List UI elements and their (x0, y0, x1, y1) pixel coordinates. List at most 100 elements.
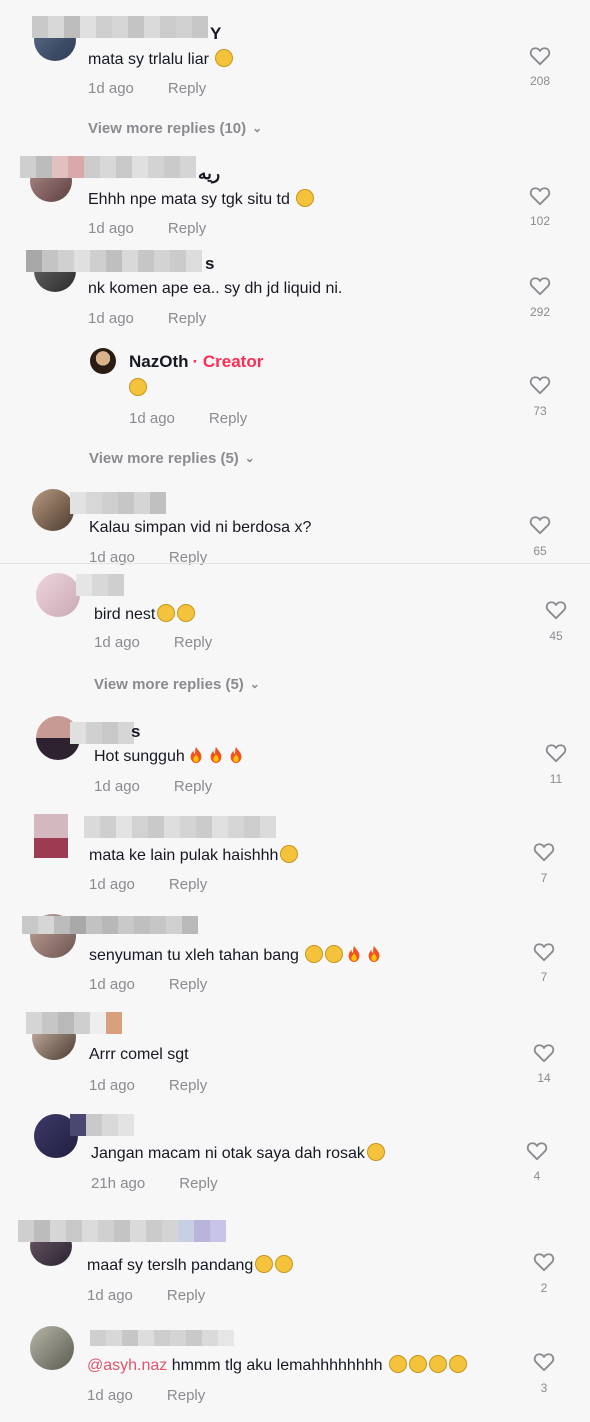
creator-name[interactable]: NazOth (129, 352, 189, 371)
username-blurred[interactable] (22, 916, 198, 934)
smirk-emoji-icon (157, 604, 176, 622)
comment-meta: 1d ago Reply (88, 310, 206, 327)
like-count: 2 (540, 1281, 548, 1295)
fire-emoji-icon (227, 746, 245, 764)
view-more-label: View more replies (5) (94, 676, 244, 693)
comment-meta: 1d ago Reply (129, 410, 247, 427)
reply-button[interactable]: Reply (168, 310, 206, 327)
comment-time: 1d ago (94, 634, 140, 651)
like-count: 3 (540, 1381, 548, 1395)
username-blurred[interactable] (76, 574, 124, 596)
like-count: 102 (529, 214, 551, 228)
comment-text: Jangan macam ni otak saya dah rosak (91, 1143, 385, 1163)
rofl-emoji-icon (275, 1255, 294, 1273)
heart-outline-icon[interactable] (533, 942, 555, 962)
like-count: 73 (533, 404, 547, 418)
like-count: 4 (533, 1169, 541, 1183)
view-more-replies-button[interactable]: View more replies (5) ⌄ (89, 450, 255, 467)
comment-meta: 1d ago Reply (87, 1387, 205, 1404)
comment-text: maaf sy terslh pandang (87, 1255, 294, 1275)
comment-text: mata sy trlalu liar (88, 49, 234, 69)
username-blurred[interactable] (20, 156, 196, 178)
username-suffix[interactable]: s (205, 254, 214, 274)
reply-button[interactable]: Reply (179, 1175, 217, 1192)
creator-badge: · Creator (192, 352, 264, 371)
comment-body: bird nest (94, 606, 156, 623)
rofl-emoji-icon (255, 1255, 274, 1273)
heart-outline-icon[interactable] (533, 1252, 555, 1272)
username-blurred[interactable] (26, 1012, 122, 1034)
joy-emoji-icon (305, 945, 324, 963)
heart-outline-icon[interactable] (529, 375, 551, 395)
view-more-replies-button[interactable]: View more replies (10) ⌄ (88, 120, 262, 137)
username-suffix[interactable]: ريه (198, 164, 220, 184)
heart-outline-icon[interactable] (545, 743, 567, 763)
comment-time: 1d ago (88, 220, 134, 237)
avatar[interactable] (36, 573, 80, 617)
comment-body: Jangan macam ni otak saya dah rosak (91, 1145, 365, 1162)
comment-text: senyuman tu xleh tahan bang (89, 945, 383, 965)
fire-emoji-icon (187, 746, 205, 764)
username-blurred[interactable] (70, 722, 134, 744)
reply-button[interactable]: Reply (167, 1387, 205, 1404)
like-count: 45 (549, 629, 563, 643)
username-suffix[interactable]: s (131, 722, 140, 742)
reply-button[interactable]: Reply (168, 80, 206, 97)
reply-button[interactable]: Reply (209, 410, 247, 427)
avatar[interactable] (32, 489, 74, 531)
reply-button[interactable]: Reply (169, 876, 207, 893)
confused-emoji-icon (366, 1143, 385, 1161)
comment-time: 1d ago (88, 310, 134, 327)
avatar[interactable] (34, 814, 68, 858)
comment-time: 1d ago (87, 1287, 133, 1304)
flushed-emoji-icon (280, 845, 299, 863)
comment-text: mata ke lain pulak haishhh (89, 845, 299, 865)
comment-text: Kalau simpan vid ni berdosa x? (89, 519, 312, 536)
username-blurred[interactable] (18, 1220, 226, 1242)
avatar[interactable] (30, 1326, 74, 1370)
heart-outline-icon[interactable] (529, 515, 551, 535)
reply-button[interactable]: Reply (174, 634, 212, 651)
view-more-replies-button[interactable]: View more replies (5) ⌄ (94, 676, 260, 693)
username-blurred[interactable] (70, 492, 166, 514)
comment-meta: 1d ago Reply (89, 976, 207, 993)
reply-button[interactable]: Reply (169, 976, 207, 993)
heart-outline-icon[interactable] (529, 276, 551, 296)
like-count: 11 (549, 772, 563, 786)
comment-meta: 21h ago Reply (91, 1175, 218, 1192)
comment-time: 1d ago (129, 410, 175, 427)
comment-text: nk komen ape ea.. sy dh jd liquid ni. (88, 280, 343, 297)
username-blurred[interactable] (26, 250, 202, 272)
comment-text: Ehhh npe mata sy tgk situ td (88, 189, 315, 209)
comment-meta: 1d ago Reply (88, 80, 206, 97)
heart-outline-icon[interactable] (529, 46, 551, 66)
username-blurred[interactable] (90, 1330, 234, 1346)
comment-body: mata ke lain pulak haishhh (89, 847, 279, 864)
reply-button[interactable]: Reply (168, 220, 206, 237)
heart-outline-icon[interactable] (533, 1352, 555, 1372)
flushed-emoji-icon (129, 378, 147, 396)
heart-outline-icon[interactable] (533, 842, 555, 862)
comment-text: bird nest (94, 604, 196, 624)
comment-body: hmmm tlg aku lemahhhhhhhh (167, 1357, 383, 1374)
username-blurred[interactable] (32, 16, 208, 38)
heart-outline-icon[interactable] (533, 1043, 555, 1063)
heart-outline-icon[interactable] (529, 186, 551, 206)
creator-avatar[interactable] (90, 348, 116, 374)
comment-text (129, 378, 147, 398)
view-more-label: View more replies (10) (88, 120, 247, 137)
username-blurred[interactable] (84, 816, 276, 838)
reply-button[interactable]: Reply (169, 1077, 207, 1094)
comment-time: 1d ago (89, 876, 135, 893)
username-suffix[interactable]: Y (210, 24, 221, 44)
mention-link[interactable]: @asyh.naz (87, 1357, 167, 1374)
heart-outline-icon[interactable] (526, 1141, 548, 1161)
heart-outline-icon[interactable] (545, 600, 567, 620)
like-count: 292 (529, 305, 551, 319)
username-blurred[interactable] (70, 1114, 134, 1136)
comment-body: mata sy trlalu liar (88, 51, 209, 68)
reply-button[interactable]: Reply (167, 1287, 205, 1304)
comment-time: 1d ago (88, 80, 134, 97)
like-count: 65 (533, 544, 547, 558)
reply-button[interactable]: Reply (174, 778, 212, 795)
